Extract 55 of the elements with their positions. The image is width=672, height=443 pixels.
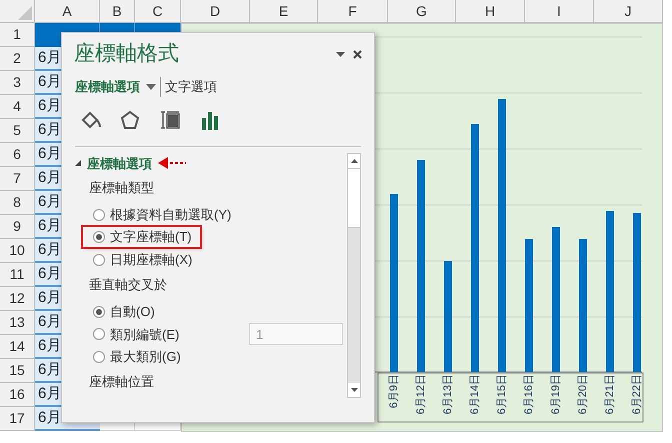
row-header[interactable]: 9	[0, 215, 35, 239]
row-header[interactable]: 8	[0, 191, 35, 215]
select-all-icon[interactable]	[18, 6, 32, 20]
axis-label: 6月16日	[523, 374, 535, 416]
row-header[interactable]: 4	[0, 95, 35, 119]
axis-label: 6月15日	[496, 374, 508, 416]
column-header[interactable]: E	[250, 0, 318, 23]
scroll-thumb[interactable]	[348, 168, 360, 228]
column-header[interactable]: F	[318, 0, 388, 23]
bar[interactable]	[390, 194, 398, 372]
row-header[interactable]: 15	[0, 359, 35, 383]
row-header[interactable]: 1	[0, 23, 35, 47]
bar[interactable]	[633, 213, 641, 372]
row-header[interactable]: 10	[0, 239, 35, 263]
row-header[interactable]: 6	[0, 143, 35, 167]
axis-label: 6月20日	[577, 374, 589, 416]
axis-label: 6月13日	[442, 374, 454, 416]
tab[interactable]: 文字選項	[160, 77, 217, 97]
column-header[interactable]: J	[594, 0, 663, 23]
bar[interactable]	[444, 261, 452, 372]
caret-icon	[146, 84, 156, 90]
row-header[interactable]: 11	[0, 263, 35, 287]
row-header[interactable]: 13	[0, 311, 35, 335]
column-header[interactable]: G	[388, 0, 456, 23]
scroll-down-icon[interactable]	[350, 388, 358, 392]
axis-label: 6月14日	[469, 374, 481, 416]
dropdown-icon[interactable]	[336, 52, 345, 56]
row-header[interactable]: 12	[0, 287, 35, 311]
column-header[interactable]: D	[181, 0, 250, 23]
close-icon[interactable]	[353, 50, 362, 58]
row-header[interactable]: 3	[0, 71, 35, 95]
row-header[interactable]: 14	[0, 335, 35, 359]
bar[interactable]	[579, 239, 587, 372]
pentagon-icon[interactable]	[120, 110, 142, 132]
column-header[interactable]: C	[135, 0, 181, 23]
axis-label: 6月19日	[550, 374, 562, 416]
row-header[interactable]: 16	[0, 383, 35, 407]
row-header[interactable]: 7	[0, 167, 35, 191]
column-header[interactable]: B	[100, 0, 135, 23]
column-header[interactable]: H	[456, 0, 525, 23]
row-header[interactable]: 5	[0, 119, 35, 143]
scrollbar[interactable]	[347, 153, 361, 398]
size-properties-icon[interactable]	[160, 110, 182, 132]
axis-label: 6月12日	[415, 374, 427, 416]
row-header[interactable]: 17	[0, 407, 35, 431]
scroll-up-icon[interactable]	[350, 159, 358, 163]
bar[interactable]	[606, 211, 614, 372]
row-header[interactable]: 2	[0, 47, 35, 71]
expand-icon[interactable]	[75, 160, 81, 166]
column-header[interactable]: A	[35, 0, 100, 23]
axis-label: 6月22日	[631, 374, 643, 416]
axis-label: 6月21日	[604, 374, 616, 416]
axis-label: 6月9日	[388, 374, 400, 410]
column-header[interactable]: I	[525, 0, 594, 23]
axis-selection-frame[interactable]	[378, 372, 644, 422]
